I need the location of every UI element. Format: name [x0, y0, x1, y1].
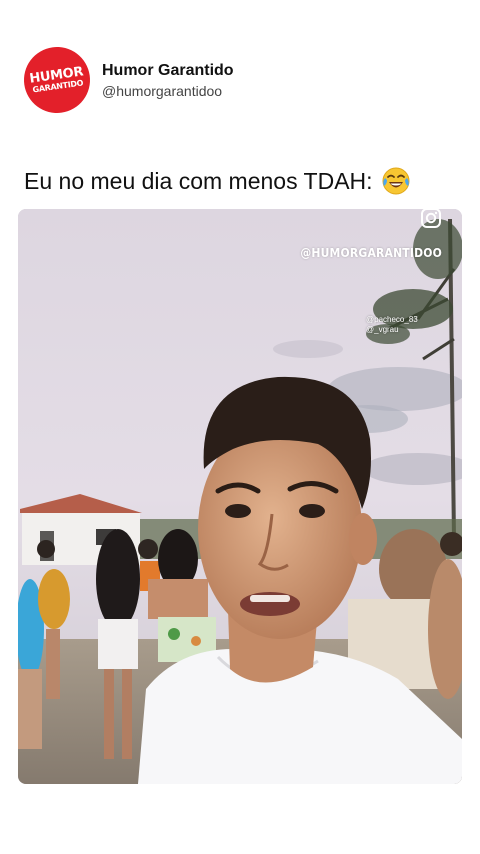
post-video[interactable]: @HUMORGARANTIDOO @pacheco_83 @_vgrau: [18, 209, 462, 784]
video-credits: @pacheco_83 @_vgrau: [366, 315, 418, 335]
post-screenshot: HUMOR GARANTIDO Humor Garantido @humorga…: [0, 0, 480, 854]
account-info: Humor Garantido @humorgarantidoo: [102, 61, 234, 100]
credit-line: @_vgrau: [366, 325, 399, 334]
credit-line: @pacheco_83: [366, 315, 418, 324]
avatar[interactable]: HUMOR GARANTIDO: [19, 42, 95, 118]
account-handle[interactable]: @humorgarantidoo: [102, 82, 234, 100]
face-with-tears-of-joy-icon: [381, 166, 411, 196]
post-header: HUMOR GARANTIDO Humor Garantido @humorga…: [19, 42, 234, 118]
video-frame: [18, 209, 462, 784]
video-watermark: @HUMORGARANTIDOO: [300, 246, 442, 260]
post-caption: Eu no meu dia com menos TDAH:: [24, 166, 411, 196]
instagram-icon: [420, 209, 442, 229]
caption-text: Eu no meu dia com menos TDAH:: [24, 167, 373, 194]
display-name[interactable]: Humor Garantido: [102, 61, 234, 81]
